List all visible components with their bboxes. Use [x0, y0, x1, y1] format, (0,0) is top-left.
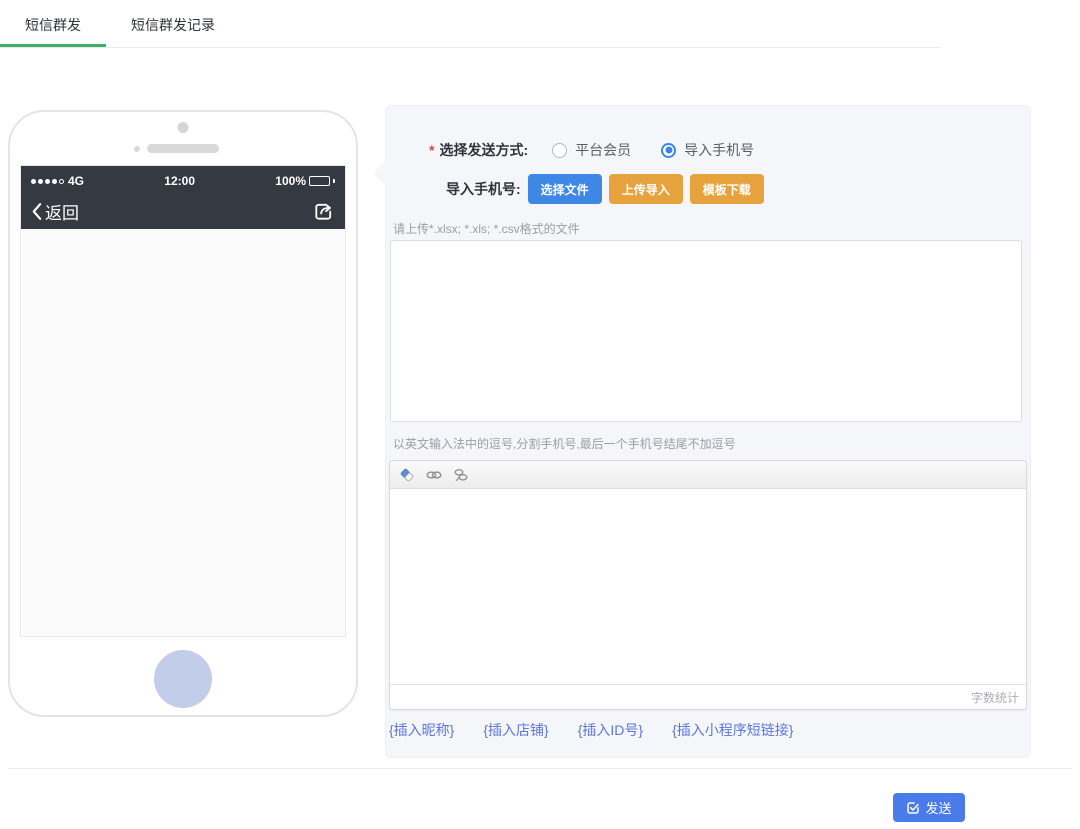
upload-format-hint: 请上传*.xlsx; *.xls; *.csv格式的文件	[393, 222, 580, 236]
phone-sensor-dot	[134, 146, 140, 152]
phone-screen-header: 4G 12:00 100% 返回	[21, 166, 345, 229]
phone-status-bar: 4G 12:00 100%	[21, 166, 345, 193]
import-phone-row: 导入手机号: 选择文件 上传导入 模板下载	[446, 174, 764, 204]
unlink-icon[interactable]	[450, 465, 472, 485]
template-download-button[interactable]: 模板下载	[690, 174, 764, 204]
footer-divider	[8, 768, 1072, 769]
status-time: 12:00	[84, 174, 275, 188]
editor-toolbar	[390, 461, 1026, 489]
signal-strength-icon	[31, 179, 64, 184]
carrier-label: 4G	[68, 174, 84, 188]
import-phone-label: 导入手机号:	[446, 179, 521, 199]
choose-file-button[interactable]: 选择文件	[528, 174, 602, 204]
link-icon[interactable]	[423, 465, 445, 485]
insert-miniprogram-shortlink-link[interactable]: {插入小程序短链接}	[672, 720, 793, 740]
insert-variable-links: {插入昵称} {插入店铺} {插入ID号} {插入小程序短链接}	[389, 720, 793, 740]
radio-platform-member[interactable]: 平台会员	[552, 140, 631, 160]
send-button[interactable]: 发送	[893, 793, 965, 822]
phone-preview: 4G 12:00 100% 返回	[8, 110, 358, 717]
radio-circle-selected[interactable]	[661, 143, 676, 158]
eraser-icon[interactable]	[396, 465, 418, 485]
phone-home-button[interactable]	[154, 650, 212, 708]
insert-id-link[interactable]: {插入ID号}	[578, 720, 643, 740]
panel-pointer-arrow	[373, 160, 386, 186]
insert-nickname-link[interactable]: {插入昵称}	[389, 720, 454, 740]
chevron-left-icon	[31, 202, 42, 221]
check-square-icon	[906, 801, 920, 815]
phone-screen: 4G 12:00 100% 返回	[20, 165, 346, 637]
back-button[interactable]: 返回	[31, 199, 79, 224]
radio-platform-member-label[interactable]: 平台会员	[575, 140, 631, 160]
send-method-label: 选择发送方式:	[439, 140, 528, 160]
tab-sms-broadcast[interactable]: 短信群发	[0, 0, 106, 47]
share-button[interactable]	[312, 200, 335, 223]
radio-circle-unselected[interactable]	[552, 143, 567, 158]
tab-bar: 短信群发 短信群发记录	[0, 0, 941, 48]
phone-camera-dot	[178, 122, 189, 133]
back-label: 返回	[45, 199, 79, 224]
radio-import-phone[interactable]: 导入手机号	[661, 140, 754, 160]
send-method-row: * 选择发送方式: 平台会员 导入手机号	[429, 140, 754, 160]
phone-numbers-textarea[interactable]	[390, 240, 1022, 422]
insert-shop-link[interactable]: {插入店铺}	[483, 720, 548, 740]
required-mark: *	[429, 142, 434, 158]
battery-tip	[333, 179, 335, 183]
radio-dot	[665, 147, 672, 154]
editor-content-area[interactable]	[390, 489, 1026, 684]
radio-import-phone-label[interactable]: 导入手机号	[684, 140, 754, 160]
phone-speaker-bar	[147, 144, 219, 153]
editor-status-bar: 字数统计	[390, 684, 1026, 709]
sms-broadcast-page: 短信群发 短信群发记录 4G 12:00 100%	[0, 0, 1080, 829]
share-icon	[312, 200, 335, 223]
phone-nav-bar: 返回	[21, 193, 345, 229]
battery-icon	[309, 176, 330, 186]
comma-split-hint: 以英文输入法中的逗号,分割手机号,最后一个手机号结尾不加逗号	[393, 437, 736, 451]
sms-form-panel: * 选择发送方式: 平台会员 导入手机号 导入手机号: 选择文件 上传导入 模板…	[385, 105, 1031, 758]
send-button-label: 发送	[925, 798, 951, 817]
battery-percent: 100%	[275, 174, 306, 188]
sms-content-editor: 字数统计	[389, 460, 1027, 710]
upload-import-button[interactable]: 上传导入	[609, 174, 683, 204]
word-count-label: 字数统计	[971, 689, 1019, 706]
tab-sms-broadcast-records[interactable]: 短信群发记录	[106, 0, 240, 47]
